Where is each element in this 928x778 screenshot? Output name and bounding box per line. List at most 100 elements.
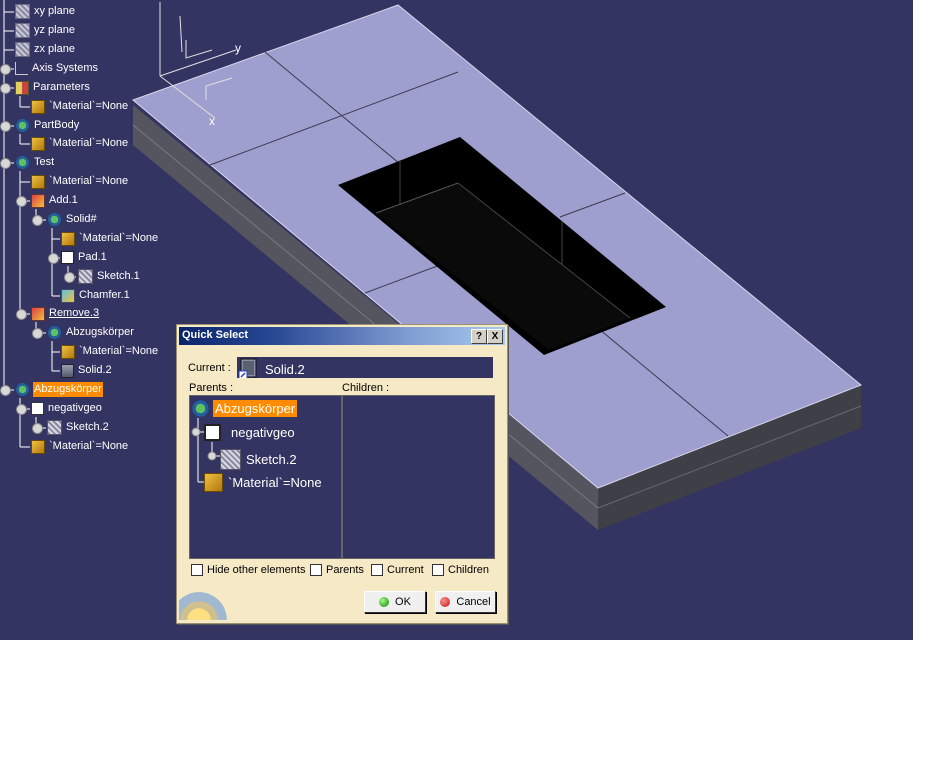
tree-node-label: `Material`=None <box>49 175 129 187</box>
tree-node-material[interactable]: `Material`=None <box>31 173 129 190</box>
body-icon <box>15 155 30 170</box>
tree-node-material[interactable]: `Material`=None <box>31 135 129 152</box>
plane-icon <box>15 4 30 19</box>
tree-node-zx-plane[interactable]: zx plane <box>15 41 76 58</box>
tree-node-label: Chamfer.1 <box>79 289 130 301</box>
parents-checkbox[interactable]: Parents <box>310 564 364 576</box>
tree-node-add[interactable]: Add.1 <box>31 192 79 209</box>
compass-y-label: y <box>235 41 241 55</box>
tree-node-label: zx plane <box>34 43 75 55</box>
parameters-icon <box>15 80 29 95</box>
tree-node-label: Parameters <box>33 81 90 93</box>
checkbox-label: Children <box>448 564 489 576</box>
tree-expander[interactable] <box>32 423 43 434</box>
parents-node-sketch2[interactable]: Sketch.2 <box>220 449 299 470</box>
tree-node-abzugskoerper-selected[interactable]: Abzugskörper <box>15 381 103 398</box>
tree-node-partbody[interactable]: PartBody <box>15 117 80 134</box>
tree-node-negativgeo[interactable]: negativgeo <box>31 400 103 417</box>
tree-node-label: `Material`=None <box>49 100 129 112</box>
dialog-title: Quick Select <box>182 329 249 341</box>
tree-expander[interactable] <box>64 272 75 283</box>
parents-node-material[interactable]: `Material`=None <box>204 473 324 492</box>
plane-icon <box>15 23 30 38</box>
tree-node-test[interactable]: Test <box>15 154 55 171</box>
tree-node-label: Sketch.2 <box>66 421 109 433</box>
tree-node-parameters[interactable]: Parameters <box>15 79 91 96</box>
tree-expander[interactable] <box>0 158 11 169</box>
tree-node-label: Solid.2 <box>78 364 112 376</box>
cancel-button[interactable]: Cancel <box>435 591 496 613</box>
parents-node-label: Sketch.2 <box>246 452 297 467</box>
current-checkbox[interactable]: Current <box>371 564 424 576</box>
close-button[interactable]: X <box>487 329 503 344</box>
plane-icon <box>15 42 30 57</box>
checkbox-label: Hide other elements <box>207 564 306 576</box>
tree-node-xy-plane[interactable]: xy plane <box>15 3 76 20</box>
tree-expander[interactable] <box>0 121 11 132</box>
parents-node-label: Abzugskörper <box>213 400 298 417</box>
tree-node-yz-plane[interactable]: yz plane <box>15 22 76 39</box>
parents-label: Parents : <box>189 382 234 394</box>
geometric-set-icon <box>31 402 44 415</box>
tree-node-label: `Material`=None <box>49 440 129 452</box>
tree-expander[interactable] <box>32 215 43 226</box>
tree-node-chamfer[interactable]: Chamfer.1 <box>61 287 131 304</box>
help-button[interactable]: ? <box>471 329 487 344</box>
checkbox-box[interactable] <box>310 564 322 576</box>
tree-expander[interactable] <box>0 83 11 94</box>
parents-node-abzugskoerper[interactable]: Abzugskörper <box>191 399 298 418</box>
current-label: Current : <box>188 362 231 374</box>
body-icon <box>191 399 210 418</box>
tree-expander[interactable] <box>0 64 11 75</box>
material-icon <box>61 344 75 359</box>
tree-expander[interactable] <box>0 385 11 396</box>
current-value: Solid.2 <box>265 362 305 377</box>
tree-expander[interactable] <box>48 253 59 264</box>
checkbox-box[interactable] <box>191 564 203 576</box>
dialog-titlebar[interactable]: Quick Select ? X <box>179 327 505 345</box>
tree-node-solid2[interactable]: Solid.2 <box>61 362 113 379</box>
material-icon <box>31 174 45 189</box>
tree-expander[interactable] <box>16 196 27 207</box>
tree-node-label: `Material`=None <box>79 345 159 357</box>
tree-node-material[interactable]: `Material`=None <box>61 343 159 360</box>
tree-node-material[interactable]: `Material`=None <box>31 438 129 455</box>
children-checkbox[interactable]: Children <box>432 564 489 576</box>
tree-node-label: Abzugskörper <box>33 382 103 397</box>
parents-node-label: `Material`=None <box>228 475 322 490</box>
material-icon <box>31 136 45 151</box>
tree-node-label: Remove.3 <box>49 307 100 319</box>
ok-button[interactable]: OK <box>364 591 426 613</box>
hide-other-elements-checkbox[interactable]: Hide other elements <box>191 564 305 576</box>
checkbox-box[interactable] <box>432 564 444 576</box>
tree-node-pad[interactable]: Pad.1 <box>61 249 108 266</box>
tree-node-sketch2[interactable]: Sketch.2 <box>47 419 110 436</box>
geometric-set-icon <box>204 424 221 441</box>
parents-tree-panel[interactable]: Abzugskörper negativgeo Sketch.2 `Materi… <box>189 395 342 559</box>
tree-expander[interactable] <box>16 309 27 320</box>
children-tree-panel[interactable] <box>342 395 495 559</box>
tree-node-label: Abzugskörper <box>66 326 134 338</box>
quick-select-dialog[interactable]: Quick Select ? X Current : Solid.2 Paren… <box>176 324 508 624</box>
current-field[interactable]: Solid.2 <box>237 357 493 378</box>
tree-node-label: Pad.1 <box>78 251 107 263</box>
tree-node-solid-hash[interactable]: Solid# <box>47 211 98 228</box>
parents-node-negativgeo[interactable]: negativgeo <box>204 424 297 441</box>
tree-node-label: Solid# <box>66 213 97 225</box>
checkbox-label: Current <box>387 564 424 576</box>
checkbox-box[interactable] <box>371 564 383 576</box>
tree-node-abzugskoerper-nested[interactable]: Abzugskörper <box>47 324 135 341</box>
tree-node-remove[interactable]: Remove.3 <box>31 305 100 322</box>
tree-expander[interactable] <box>16 404 27 415</box>
tree-node-axis-systems[interactable]: Axis Systems <box>15 60 99 77</box>
tree-node-material[interactable]: `Material`=None <box>31 98 129 115</box>
tree-node-sketch1[interactable]: Sketch.1 <box>78 268 141 285</box>
body-icon <box>47 325 62 340</box>
tree-expander[interactable] <box>32 328 43 339</box>
body-icon <box>15 382 30 397</box>
tree-node-label: yz plane <box>34 24 75 36</box>
solid-icon <box>238 358 257 378</box>
children-label: Children : <box>342 382 390 394</box>
add-operation-icon <box>31 193 45 208</box>
tree-node-material[interactable]: `Material`=None <box>61 230 159 247</box>
